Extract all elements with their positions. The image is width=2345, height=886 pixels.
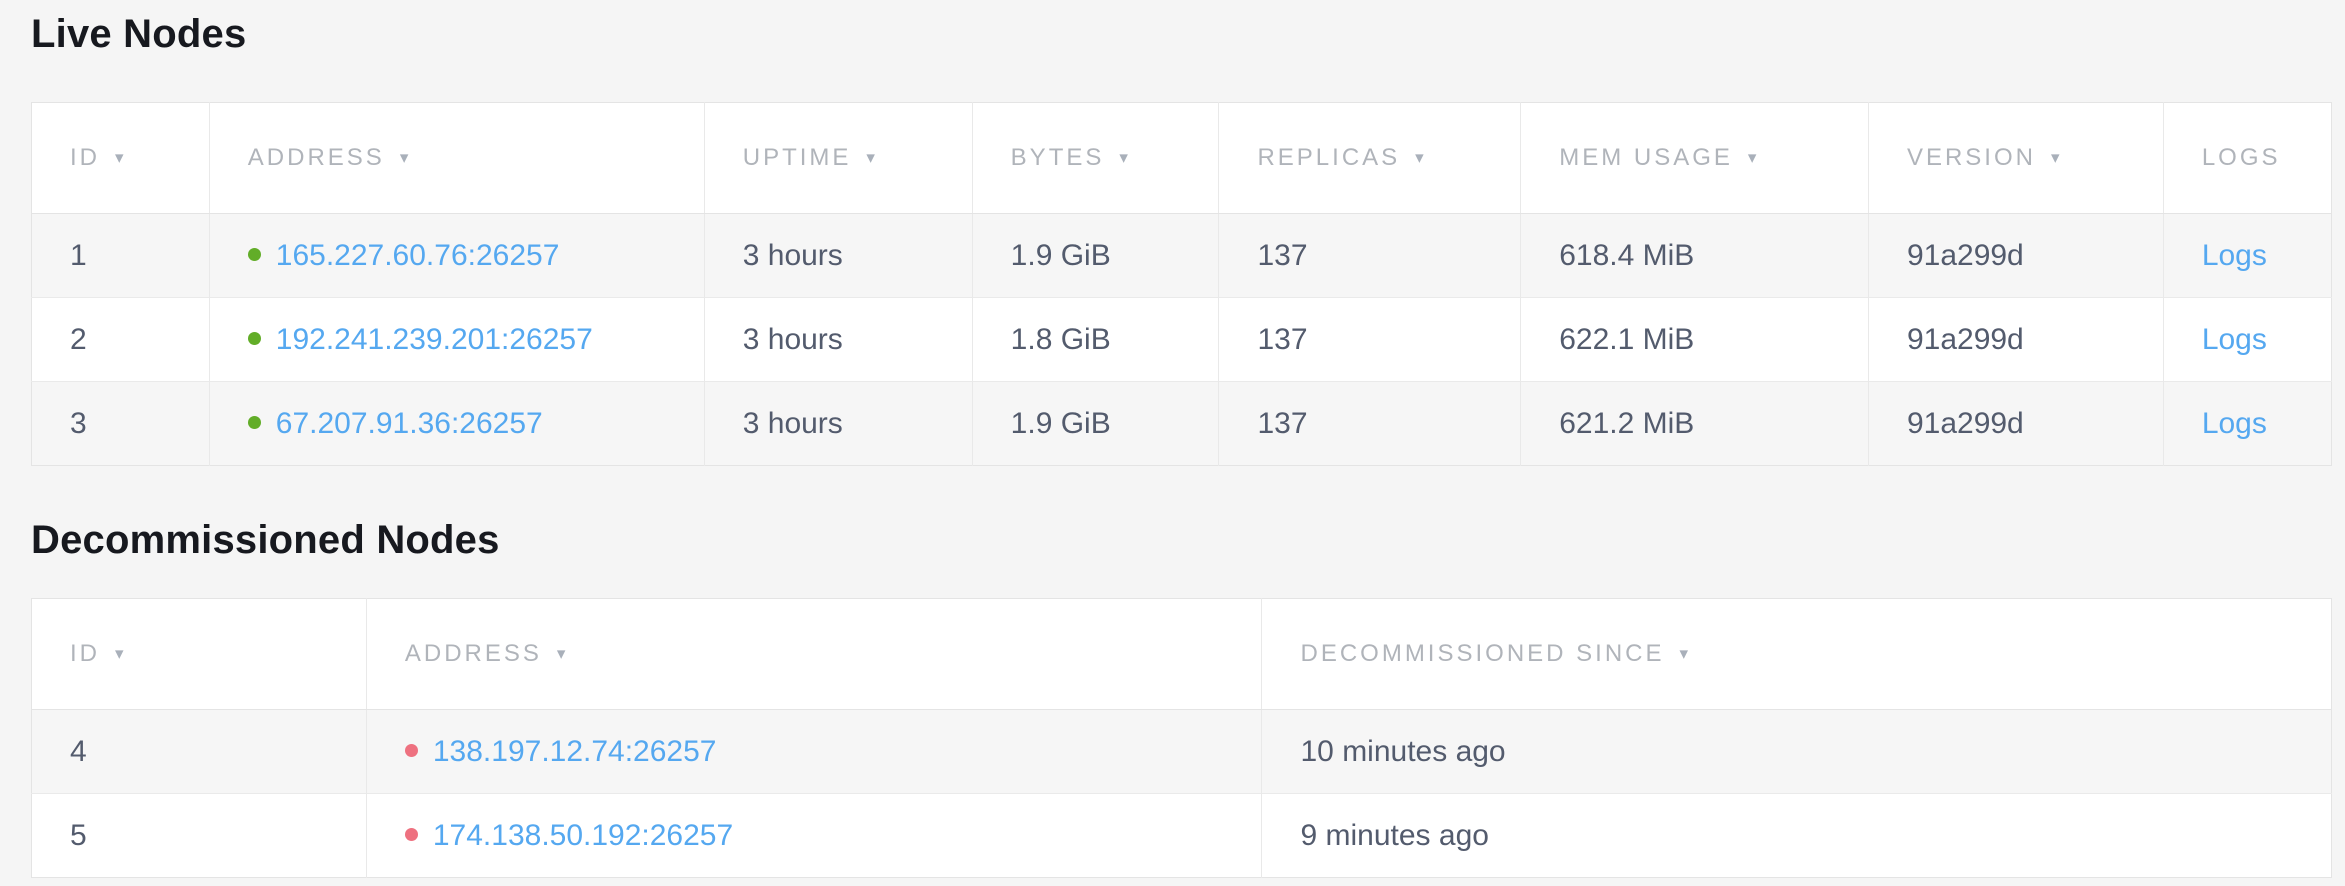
decommissioned-status-dot-icon xyxy=(405,744,418,757)
sort-arrow-icon: ▾ xyxy=(400,148,409,167)
sort-arrow-icon: ▾ xyxy=(115,644,124,663)
cell-address: 138.197.12.74:26257 xyxy=(366,710,1262,794)
address-link[interactable]: 192.241.239.201:26257 xyxy=(276,323,593,356)
sort-arrow-icon: ▾ xyxy=(1680,644,1689,663)
sort-arrow-icon: ▾ xyxy=(2051,148,2060,167)
live-nodes-title: Live Nodes xyxy=(31,12,2332,56)
address-link[interactable]: 165.227.60.76:26257 xyxy=(276,239,560,272)
table-row: 2 192.241.239.201:26257 3 hours 1.8 GiB … xyxy=(32,298,2332,382)
cell-address: 174.138.50.192:26257 xyxy=(366,794,1262,878)
cell-id: 3 xyxy=(32,382,210,466)
cell-bytes: 1.8 GiB xyxy=(972,298,1219,382)
column-header-id[interactable]: ID ▾ xyxy=(32,103,210,214)
cell-logs: Logs xyxy=(2163,298,2331,382)
cell-version: 91a299d xyxy=(1868,214,2163,298)
sort-arrow-icon: ▾ xyxy=(557,644,566,663)
sort-arrow-icon: ▾ xyxy=(1748,148,1757,167)
column-header-label: ID xyxy=(70,144,100,171)
column-header-mem-usage[interactable]: MEM USAGE ▾ xyxy=(1521,103,1869,214)
logs-link[interactable]: Logs xyxy=(2202,239,2267,272)
live-nodes-table: ID ▾ ADDRESS ▾ UPTIME ▾ BYTES ▾ REPLICAS ▾ ME… xyxy=(31,102,2332,466)
column-header-address[interactable]: ADDRESS ▾ xyxy=(366,599,1262,710)
decommissioned-nodes-title: Decommissioned Nodes xyxy=(31,518,2332,562)
table-row: 1 165.227.60.76:26257 3 hours 1.9 GiB 13… xyxy=(32,214,2332,298)
decommissioned-status-dot-icon xyxy=(405,828,418,841)
column-header-uptime[interactable]: UPTIME ▾ xyxy=(704,103,972,214)
cell-uptime: 3 hours xyxy=(704,382,972,466)
column-header-label: ADDRESS xyxy=(405,640,542,667)
cell-logs: Logs xyxy=(2163,382,2331,466)
cell-mem-usage: 622.1 MiB xyxy=(1521,298,1869,382)
column-header-bytes[interactable]: BYTES ▾ xyxy=(972,103,1219,214)
live-status-dot-icon xyxy=(248,416,261,429)
decommissioned-nodes-table: ID ▾ ADDRESS ▾ DECOMMISSIONED SINCE ▾ 4 138… xyxy=(31,598,2332,878)
cell-uptime: 3 hours xyxy=(704,298,972,382)
logs-link[interactable]: Logs xyxy=(2202,323,2267,356)
sort-arrow-icon: ▾ xyxy=(1119,148,1128,167)
nodes-overview-page: Live Nodes ID ▾ ADDRESS ▾ UPTIME ▾ BYTES ▾ R… xyxy=(0,0,2345,878)
cell-address: 165.227.60.76:26257 xyxy=(209,214,704,298)
live-status-dot-icon xyxy=(248,332,261,345)
cell-decommissioned-since: 10 minutes ago xyxy=(1262,710,2332,794)
sort-arrow-icon: ▾ xyxy=(115,148,124,167)
decommissioned-nodes-header-row: ID ▾ ADDRESS ▾ DECOMMISSIONED SINCE ▾ xyxy=(32,599,2332,710)
address-link[interactable]: 174.138.50.192:26257 xyxy=(433,819,733,852)
cell-decommissioned-since: 9 minutes ago xyxy=(1262,794,2332,878)
column-header-label: BYTES xyxy=(1011,144,1105,171)
cell-id: 5 xyxy=(32,794,367,878)
cell-replicas: 137 xyxy=(1219,298,1521,382)
cell-address: 192.241.239.201:26257 xyxy=(209,298,704,382)
cell-replicas: 137 xyxy=(1219,382,1521,466)
column-header-label: DECOMMISSIONED SINCE xyxy=(1300,640,1664,667)
sort-arrow-icon: ▾ xyxy=(1415,148,1424,167)
logs-link[interactable]: Logs xyxy=(2202,407,2267,440)
column-header-id[interactable]: ID ▾ xyxy=(32,599,367,710)
cell-uptime: 3 hours xyxy=(704,214,972,298)
table-row: 3 67.207.91.36:26257 3 hours 1.9 GiB 137… xyxy=(32,382,2332,466)
cell-replicas: 137 xyxy=(1219,214,1521,298)
column-header-logs: LOGS xyxy=(2163,103,2331,214)
cell-bytes: 1.9 GiB xyxy=(972,382,1219,466)
address-link[interactable]: 138.197.12.74:26257 xyxy=(433,735,717,768)
column-header-label: UPTIME xyxy=(743,144,852,171)
live-nodes-header-row: ID ▾ ADDRESS ▾ UPTIME ▾ BYTES ▾ REPLICAS ▾ ME… xyxy=(32,103,2332,214)
column-header-version[interactable]: VERSION ▾ xyxy=(1868,103,2163,214)
column-header-label: ADDRESS xyxy=(248,144,385,171)
cell-id: 1 xyxy=(32,214,210,298)
cell-id: 4 xyxy=(32,710,367,794)
column-header-address[interactable]: ADDRESS ▾ xyxy=(209,103,704,214)
sort-arrow-icon: ▾ xyxy=(866,148,875,167)
cell-version: 91a299d xyxy=(1868,298,2163,382)
cell-mem-usage: 618.4 MiB xyxy=(1521,214,1869,298)
column-header-label: REPLICAS xyxy=(1257,144,1400,171)
table-row: 4 138.197.12.74:26257 10 minutes ago xyxy=(32,710,2332,794)
cell-address: 67.207.91.36:26257 xyxy=(209,382,704,466)
cell-id: 2 xyxy=(32,298,210,382)
cell-bytes: 1.9 GiB xyxy=(972,214,1219,298)
live-status-dot-icon xyxy=(248,248,261,261)
cell-logs: Logs xyxy=(2163,214,2331,298)
column-header-replicas[interactable]: REPLICAS ▾ xyxy=(1219,103,1521,214)
column-header-decommissioned-since[interactable]: DECOMMISSIONED SINCE ▾ xyxy=(1262,599,2332,710)
column-header-label: ID xyxy=(70,640,100,667)
column-header-label: VERSION xyxy=(1907,144,2036,171)
address-link[interactable]: 67.207.91.36:26257 xyxy=(276,407,543,440)
cell-version: 91a299d xyxy=(1868,382,2163,466)
cell-mem-usage: 621.2 MiB xyxy=(1521,382,1869,466)
table-row: 5 174.138.50.192:26257 9 minutes ago xyxy=(32,794,2332,878)
column-header-label: MEM USAGE xyxy=(1559,144,1733,171)
column-header-label: LOGS xyxy=(2202,144,2281,171)
